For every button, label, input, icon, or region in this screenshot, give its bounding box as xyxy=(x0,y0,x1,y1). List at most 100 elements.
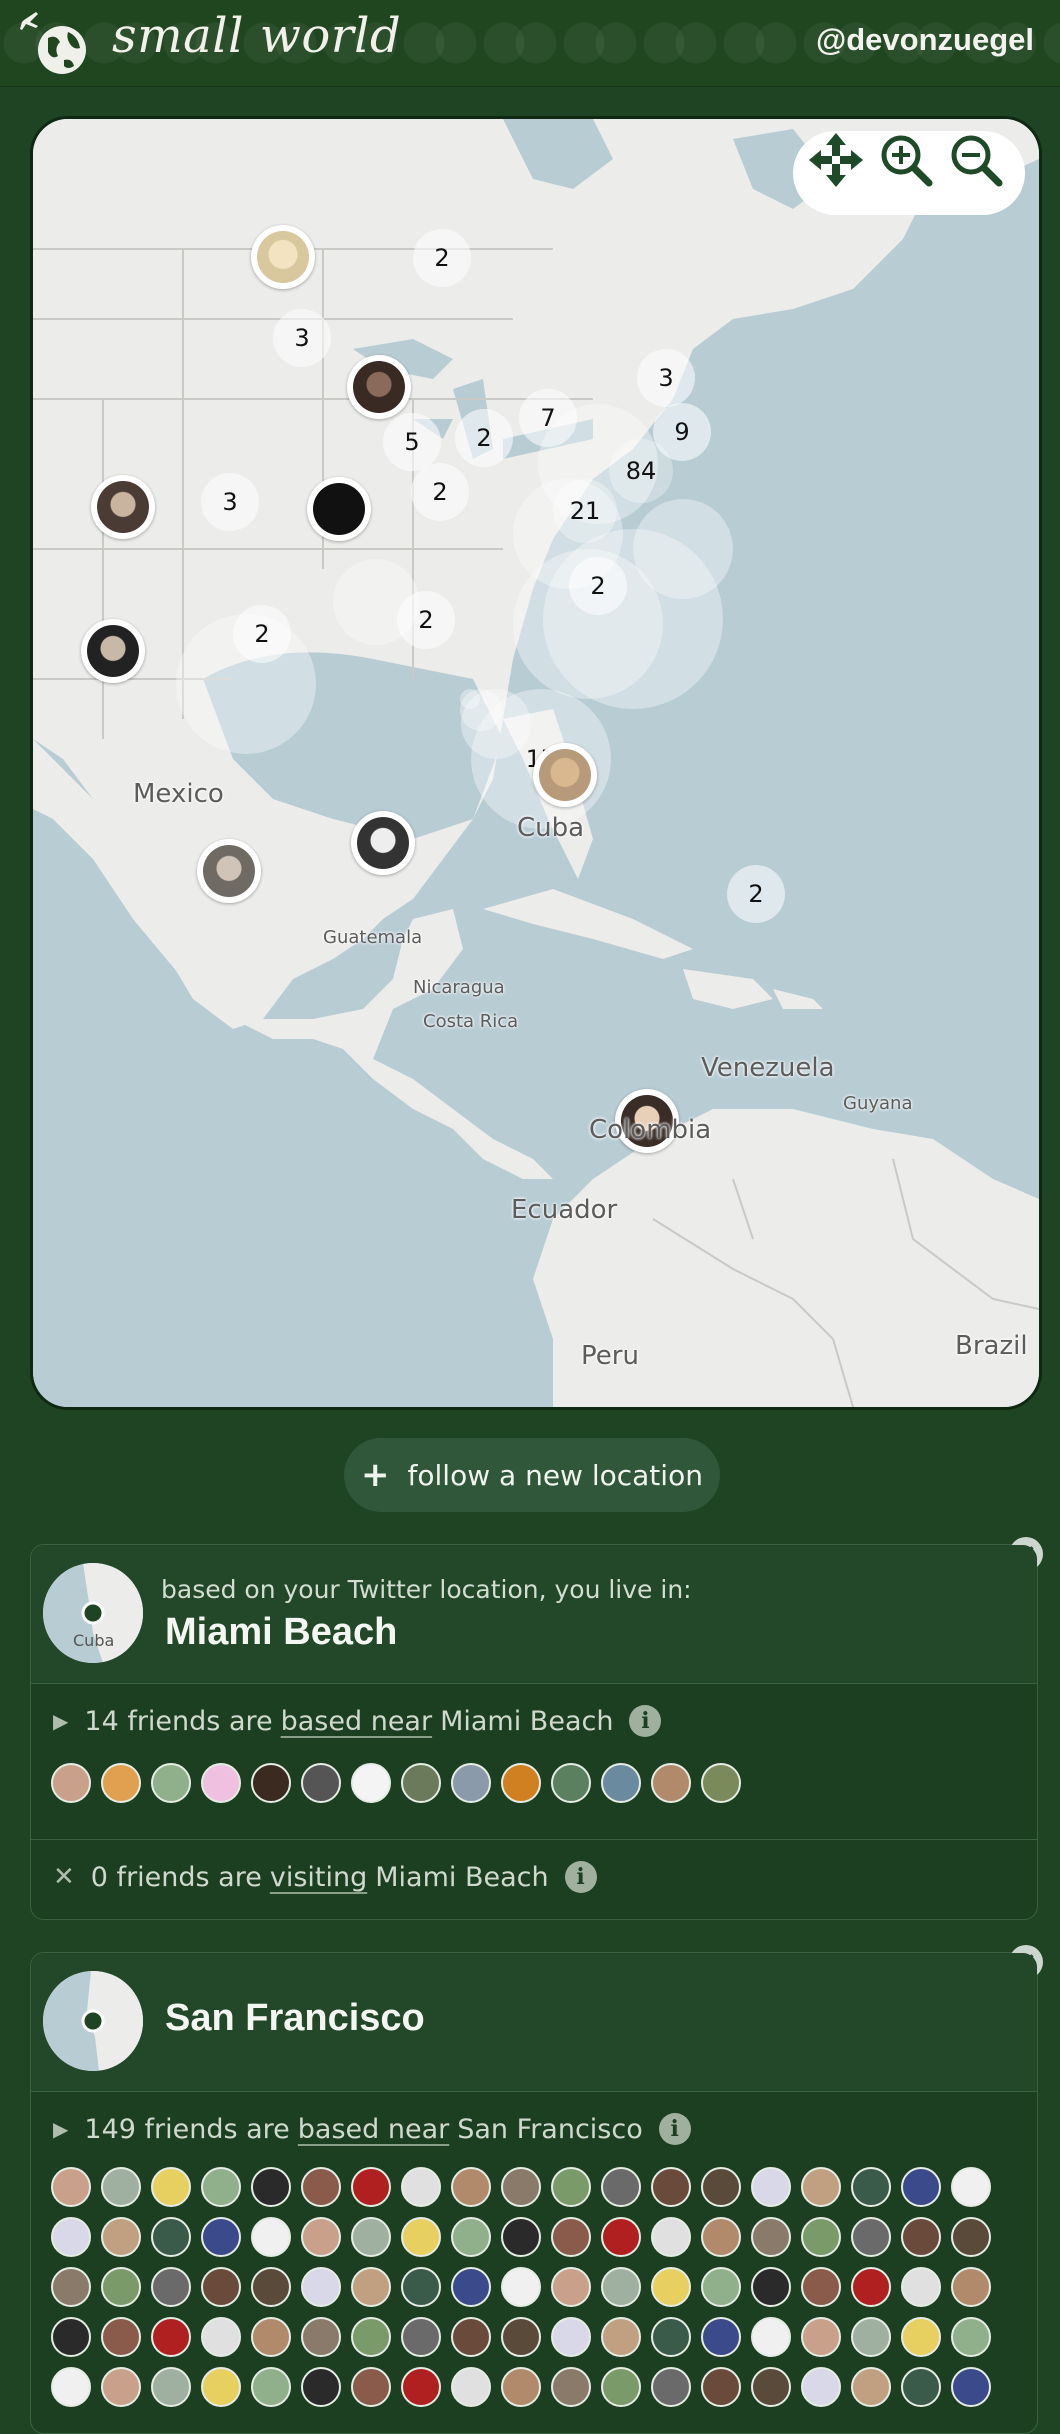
friend-avatar[interactable] xyxy=(201,2317,241,2357)
friend-avatar[interactable] xyxy=(351,2267,391,2307)
friend-avatar[interactable] xyxy=(451,1763,491,1803)
friend-avatar-pin[interactable] xyxy=(533,743,597,807)
based-near-link[interactable]: based near xyxy=(298,2114,449,2145)
expand-triangle-icon[interactable]: ▶ xyxy=(53,2117,68,2141)
friend-avatar[interactable] xyxy=(401,2267,441,2307)
friend-avatar[interactable] xyxy=(801,2267,841,2307)
friend-avatar[interactable] xyxy=(751,2217,791,2257)
user-handle[interactable]: @devonzuegel xyxy=(816,22,1034,58)
cluster-marker[interactable]: 84 xyxy=(609,439,673,503)
cluster-marker[interactable]: 2 xyxy=(233,605,291,663)
friend-avatar[interactable] xyxy=(51,2367,91,2407)
friend-avatar[interactable] xyxy=(151,2167,191,2207)
friend-avatar[interactable] xyxy=(551,2367,591,2407)
friend-avatar[interactable] xyxy=(101,1763,141,1803)
friend-avatar[interactable] xyxy=(951,2167,991,2207)
friend-avatar[interactable] xyxy=(851,2217,891,2257)
friend-avatar[interactable] xyxy=(51,2217,91,2257)
friend-avatar[interactable] xyxy=(251,2217,291,2257)
friends-map[interactable]: 2 3 3 5 2 7 9 84 21 2 3 2 2 2 17 2 Mexic… xyxy=(30,116,1042,1410)
info-icon[interactable]: i xyxy=(629,1705,662,1737)
friend-avatar[interactable] xyxy=(501,2367,541,2407)
friend-avatar[interactable] xyxy=(701,1763,741,1803)
visiting-row[interactable]: ✕ 0 friends are visiting Miami Beach i xyxy=(53,1861,597,1893)
cluster-marker[interactable]: 2 xyxy=(411,463,469,521)
friend-avatar-pin[interactable] xyxy=(307,477,371,541)
info-icon[interactable]: i xyxy=(658,2113,691,2145)
friend-avatar[interactable] xyxy=(751,2367,791,2407)
friend-avatar[interactable] xyxy=(51,2267,91,2307)
friend-avatar[interactable] xyxy=(901,2267,941,2307)
friend-avatar[interactable] xyxy=(551,2267,591,2307)
friend-avatar[interactable] xyxy=(301,1763,341,1803)
friend-avatar[interactable] xyxy=(51,2167,91,2207)
friend-avatar[interactable] xyxy=(251,2167,291,2207)
friend-avatar[interactable] xyxy=(601,2217,641,2257)
friend-avatar[interactable] xyxy=(101,2267,141,2307)
friend-avatar[interactable] xyxy=(551,2317,591,2357)
friend-avatar[interactable] xyxy=(351,2367,391,2407)
friend-avatar[interactable] xyxy=(251,1763,291,1803)
based-near-row[interactable]: ▶ 149 friends are based near San Francis… xyxy=(53,2113,691,2145)
move-icon[interactable] xyxy=(807,131,865,189)
friend-avatar[interactable] xyxy=(751,2267,791,2307)
friend-avatar[interactable] xyxy=(451,2267,491,2307)
friend-avatar[interactable] xyxy=(801,2317,841,2357)
friend-avatar[interactable] xyxy=(601,1763,641,1803)
cluster-marker[interactable]: 21 xyxy=(553,479,617,543)
friend-avatar[interactable] xyxy=(151,2367,191,2407)
friend-avatar[interactable] xyxy=(151,2267,191,2307)
zoom-out-icon[interactable] xyxy=(947,131,1005,189)
app-title[interactable]: small world xyxy=(112,8,401,64)
friend-avatar[interactable] xyxy=(301,2317,341,2357)
friend-avatar[interactable] xyxy=(451,2367,491,2407)
friend-avatar[interactable] xyxy=(251,2317,291,2357)
friend-avatar[interactable] xyxy=(101,2367,141,2407)
friend-avatar[interactable] xyxy=(101,2317,141,2357)
friend-avatar[interactable] xyxy=(801,2217,841,2257)
friend-avatar[interactable] xyxy=(501,2167,541,2207)
friend-avatar[interactable] xyxy=(701,2367,741,2407)
visiting-link[interactable]: visiting xyxy=(270,1862,367,1893)
friend-avatar[interactable] xyxy=(51,1763,91,1803)
follow-new-location-button[interactable]: + follow a new location xyxy=(344,1438,720,1512)
friend-avatar[interactable] xyxy=(601,2267,641,2307)
cluster-marker[interactable]: 2 xyxy=(397,591,455,649)
expand-triangle-icon[interactable]: ▶ xyxy=(53,1709,68,1733)
friend-avatar[interactable] xyxy=(501,2267,541,2307)
cluster-marker[interactable]: 3 xyxy=(637,349,695,407)
cluster-marker[interactable]: 2 xyxy=(727,865,785,923)
friend-avatar[interactable] xyxy=(501,2217,541,2257)
friend-avatar[interactable] xyxy=(401,2167,441,2207)
friend-avatar[interactable] xyxy=(451,2167,491,2207)
friend-avatar[interactable] xyxy=(951,2317,991,2357)
friend-avatar[interactable] xyxy=(751,2167,791,2207)
friend-avatar[interactable] xyxy=(351,2167,391,2207)
based-near-row[interactable]: ▶ 14 friends are based near Miami Beach … xyxy=(53,1705,662,1737)
friend-avatar[interactable] xyxy=(901,2217,941,2257)
friend-avatar[interactable] xyxy=(951,2217,991,2257)
friend-avatar[interactable] xyxy=(101,2217,141,2257)
friend-avatar[interactable] xyxy=(701,2267,741,2307)
cluster-marker[interactable]: 3 xyxy=(273,309,331,367)
friend-avatar-pin[interactable] xyxy=(351,811,415,875)
friend-avatar[interactable] xyxy=(301,2167,341,2207)
friend-avatar[interactable] xyxy=(701,2217,741,2257)
friend-avatar[interactable] xyxy=(351,2317,391,2357)
friend-avatar[interactable] xyxy=(151,2217,191,2257)
friend-avatar-pin[interactable] xyxy=(81,619,145,683)
friend-avatar[interactable] xyxy=(251,2367,291,2407)
cluster-marker[interactable]: 3 xyxy=(201,473,259,531)
friend-avatar[interactable] xyxy=(451,2317,491,2357)
friend-avatar[interactable] xyxy=(601,2367,641,2407)
friend-avatar[interactable] xyxy=(601,2317,641,2357)
friend-avatar[interactable] xyxy=(651,2167,691,2207)
friend-avatar[interactable] xyxy=(851,2317,891,2357)
friend-avatar[interactable] xyxy=(501,1763,541,1803)
friend-avatar[interactable] xyxy=(201,2367,241,2407)
friend-avatar[interactable] xyxy=(201,2267,241,2307)
info-icon[interactable]: i xyxy=(564,1861,597,1893)
friend-avatar[interactable] xyxy=(101,2167,141,2207)
friend-avatar[interactable] xyxy=(901,2167,941,2207)
friend-avatar[interactable] xyxy=(851,2167,891,2207)
